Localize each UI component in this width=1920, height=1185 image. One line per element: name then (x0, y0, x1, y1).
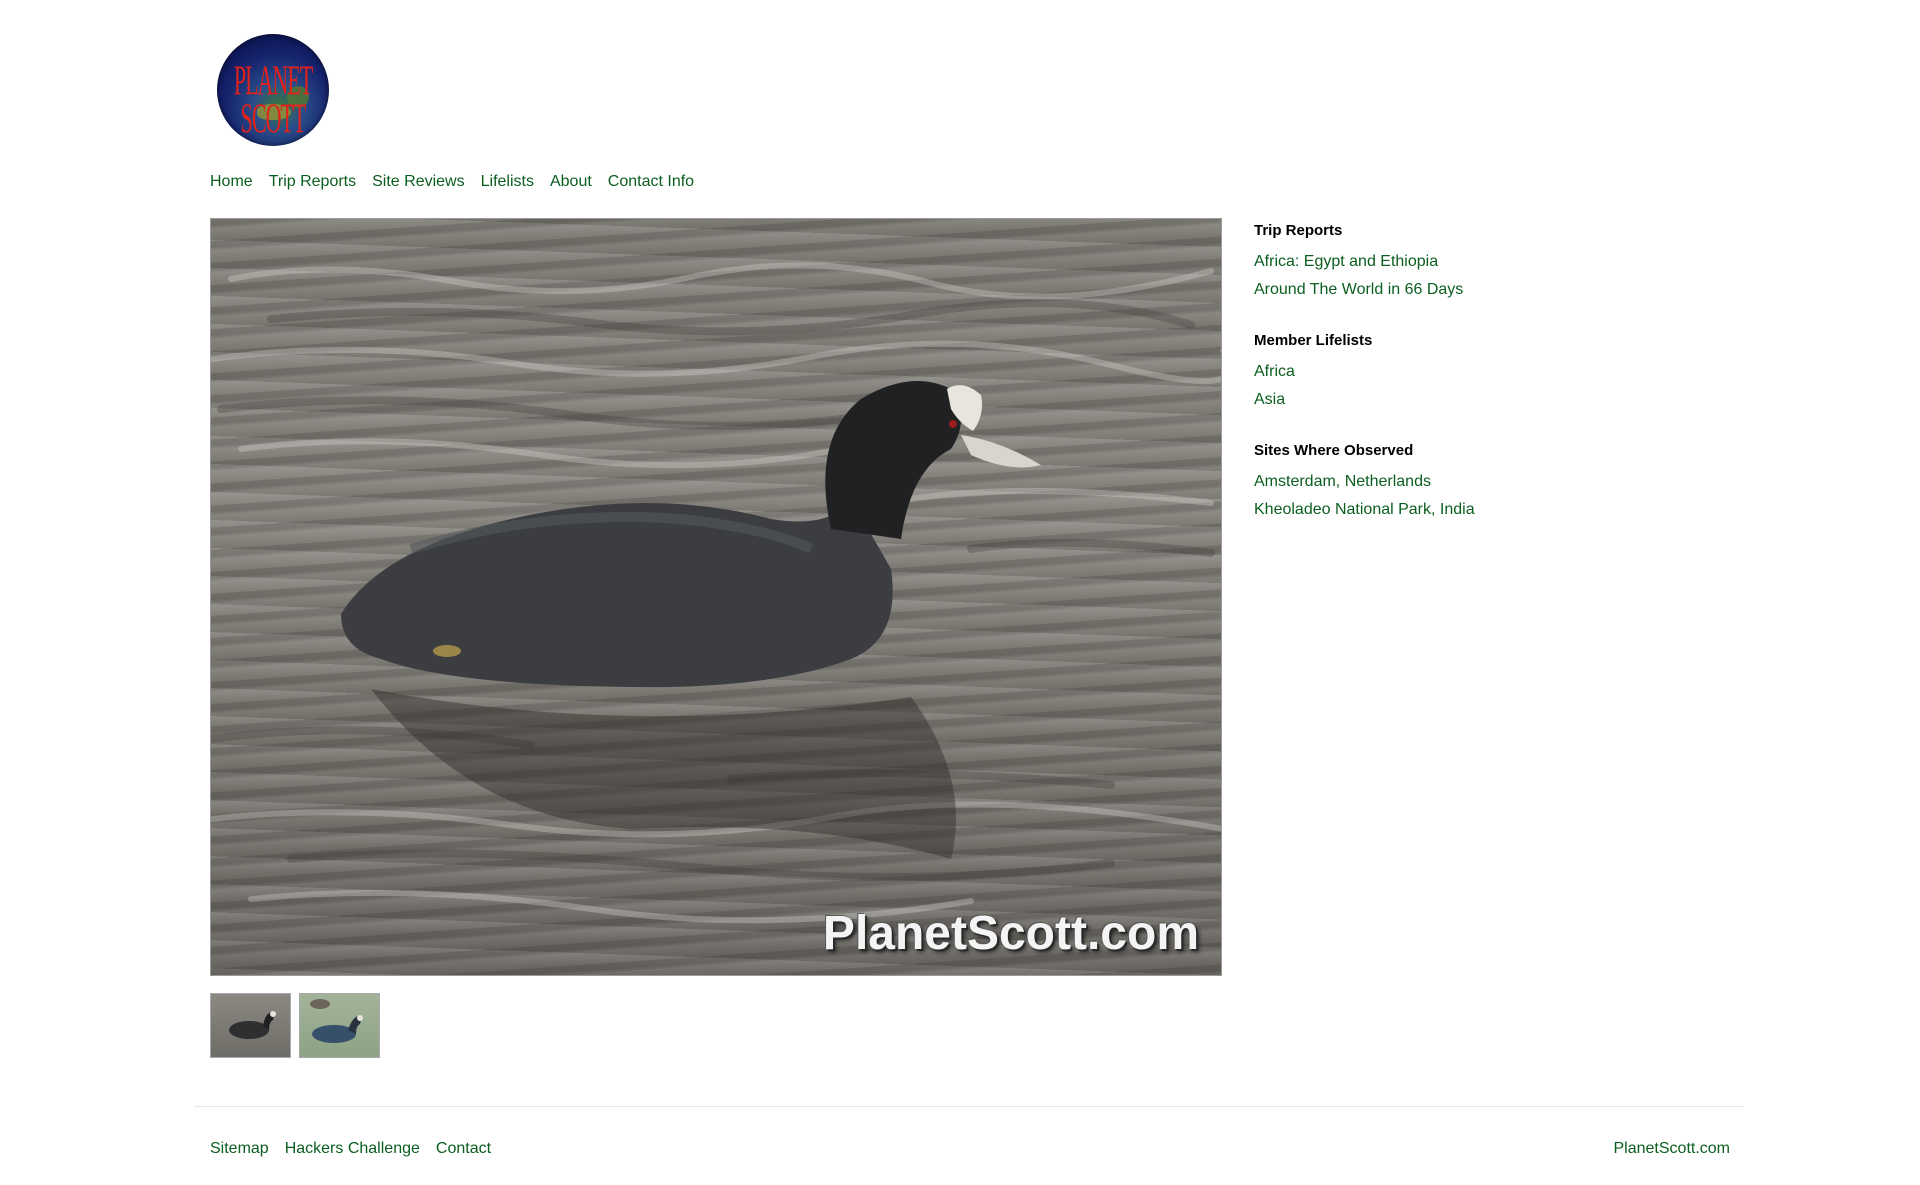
sidebar-sites-observed: Sites Where Observed Amsterdam, Netherla… (1254, 438, 1654, 524)
nav-trip-reports[interactable]: Trip Reports (269, 171, 356, 193)
footer-hackers-challenge-link[interactable]: Hackers Challenge (285, 1140, 420, 1158)
link-africa-egypt-ethiopia[interactable]: Africa: Egypt and Ethiopia (1254, 253, 1438, 270)
link-around-the-world[interactable]: Around The World in 66 Days (1254, 281, 1463, 298)
nav-home[interactable]: Home (210, 171, 253, 193)
thumbnail-coot-image (229, 1011, 276, 1039)
logo-text: PLANET SCOTT (233, 56, 313, 142)
sidebar-heading-sites-observed: Sites Where Observed (1254, 442, 1414, 459)
nav-site-reviews[interactable]: Site Reviews (372, 171, 464, 193)
link-site-amsterdam[interactable]: Amsterdam, Netherlands (1254, 473, 1431, 490)
sidebar: Trip Reports Africa: Egypt and Ethiopia … (1254, 218, 1654, 548)
link-lifelist-asia[interactable]: Asia (1254, 391, 1285, 408)
footer: Sitemap Hackers Challenge Contact Planet… (210, 1140, 1730, 1158)
link-site-kheoladeo[interactable]: Kheoladeo National Park, India (1254, 501, 1475, 518)
sidebar-heading-member-lifelists: Member Lifelists (1254, 332, 1373, 349)
footer-divider (194, 1106, 1744, 1107)
photo-watermark: PlanetScott.com (822, 907, 1199, 960)
footer-contact-link[interactable]: Contact (436, 1140, 491, 1158)
site-logo[interactable]: PLANET SCOTT (217, 34, 329, 146)
nav-contact-info[interactable]: Contact Info (608, 171, 694, 193)
coot-illustration (211, 262, 1221, 924)
main-nav: Home Trip Reports Site Reviews Lifelists… (210, 171, 694, 193)
footer-sitemap-link[interactable]: Sitemap (210, 1140, 269, 1158)
thumbnail-coot-image (310, 999, 363, 1043)
link-lifelist-africa[interactable]: Africa (1254, 363, 1295, 380)
sidebar-trip-reports: Trip Reports Africa: Egypt and Ethiopia … (1254, 218, 1654, 304)
sidebar-heading-trip-reports: Trip Reports (1254, 222, 1343, 239)
footer-brand-link[interactable]: PlanetScott.com (1614, 1140, 1731, 1158)
thumbnail-2[interactable] (299, 993, 380, 1058)
sidebar-member-lifelists: Member Lifelists Africa Asia (1254, 328, 1654, 414)
footer-links: Sitemap Hackers Challenge Contact (210, 1140, 1730, 1158)
nav-about[interactable]: About (550, 171, 592, 193)
thumbnail-1[interactable] (210, 993, 291, 1058)
photo-thumbnails (210, 993, 380, 1058)
main-bird-photo: PlanetScott.com (210, 218, 1222, 976)
nav-lifelists[interactable]: Lifelists (481, 171, 534, 193)
